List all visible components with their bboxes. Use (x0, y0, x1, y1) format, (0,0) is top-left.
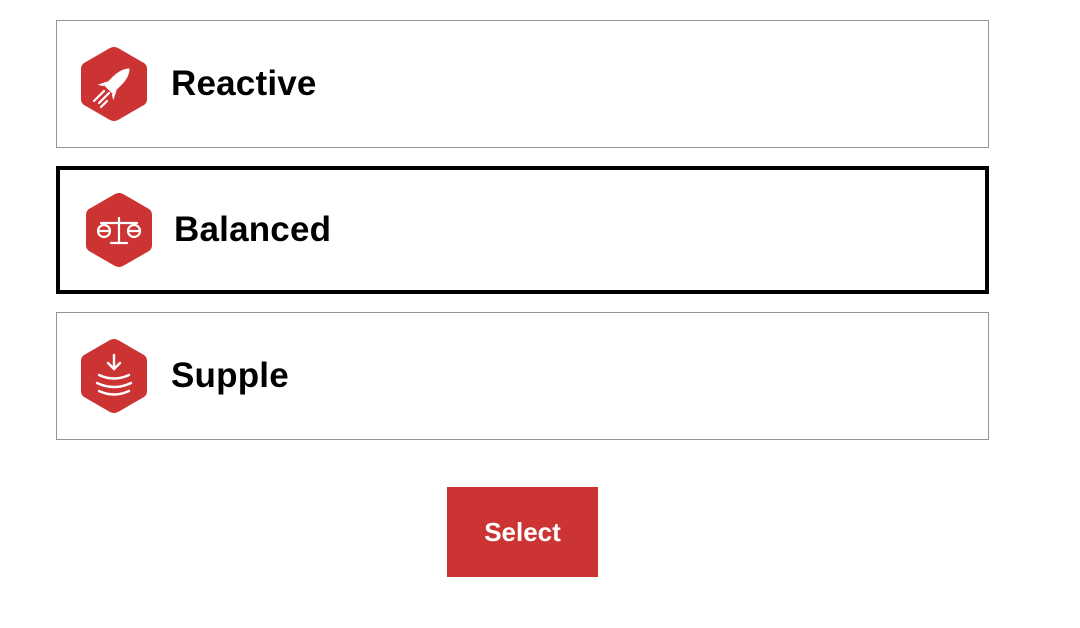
option-reactive[interactable]: Reactive (56, 20, 989, 148)
rocket-icon (81, 47, 147, 121)
option-supple[interactable]: Supple (56, 312, 989, 440)
option-label: Balanced (174, 210, 332, 249)
scales-icon (86, 193, 152, 267)
select-button[interactable]: Select (447, 487, 598, 577)
option-list: Reactive Balanced Supple (56, 20, 989, 458)
option-label: Supple (171, 356, 289, 395)
option-label: Reactive (171, 64, 317, 103)
cushion-icon (81, 339, 147, 413)
option-balanced[interactable]: Balanced (56, 166, 989, 294)
